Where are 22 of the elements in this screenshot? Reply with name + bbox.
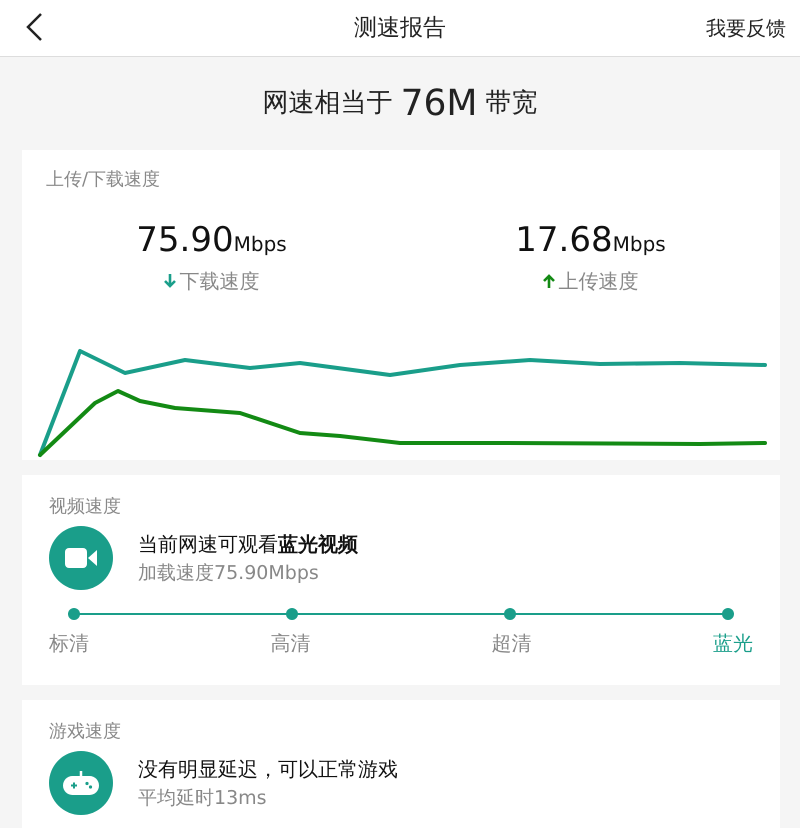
card-title: 上传/下载速度	[46, 169, 160, 190]
speed-unit: Mbps	[612, 231, 666, 258]
summary-text: 网速相当于	[262, 87, 393, 120]
speed-label: 下载速度	[180, 268, 260, 295]
detail-text: 平均延时13ms	[138, 786, 268, 811]
headline: 当前网速可观看蓝光视频	[138, 530, 358, 558]
bandwidth-value: 76M	[400, 82, 478, 126]
feedback-link[interactable]: 我要反馈	[706, 13, 786, 43]
page-title: 测速报告	[354, 14, 446, 43]
headline: 没有明显延迟，可以正常游戏	[138, 756, 398, 783]
card-title: 游戏速度	[49, 721, 121, 742]
quality-label: 超清	[492, 630, 532, 657]
detail-text: 加载速度75.90Mbps	[138, 560, 320, 586]
card-title: 视频速度	[49, 496, 121, 517]
summary-text: 带宽	[485, 87, 538, 120]
quality-label: 蓝光	[712, 630, 753, 657]
speed-value: 17.68	[515, 219, 613, 262]
quality-label: 标清	[49, 630, 89, 657]
speed-unit: Mbps	[234, 231, 287, 258]
speed-label: 上传速度	[558, 268, 638, 295]
quality-label: 高清	[270, 630, 310, 657]
speed-value: 75.90	[136, 219, 234, 262]
